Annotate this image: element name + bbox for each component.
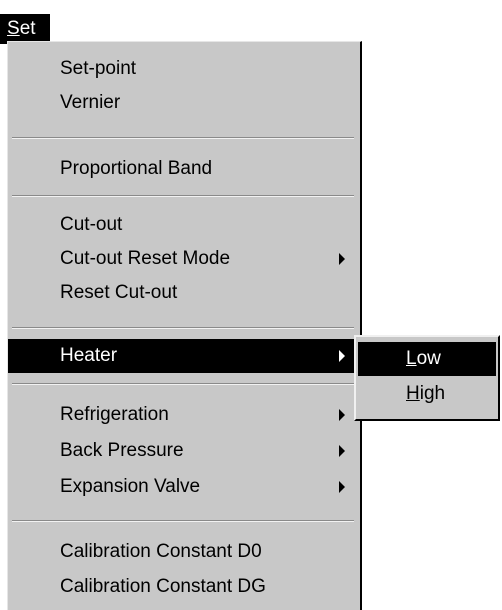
chevron-right-icon: [339, 409, 345, 421]
menu-item-refrigeration[interactable]: Refrigeration: [8, 398, 358, 432]
submenu-item-high[interactable]: High: [358, 377, 496, 411]
menu-item-back-pressure[interactable]: Back Pressure: [8, 434, 358, 468]
menu-item-calibration-constant-d0[interactable]: Calibration Constant D0: [8, 535, 358, 569]
menu-item-cut-out-reset-mode[interactable]: Cut-out Reset Mode: [8, 242, 358, 276]
menu-item-label: Set-point: [60, 58, 137, 79]
menu-item-vernier[interactable]: Vernier: [8, 86, 358, 120]
submenu-item-mnemonic: H: [406, 383, 420, 404]
chevron-right-icon: [339, 253, 345, 265]
submenu-item-low[interactable]: Low: [358, 342, 496, 376]
menu-item-label: Heater: [60, 345, 118, 366]
menu-set-mnemonic: S: [7, 18, 20, 39]
menu-set-label: et: [19, 18, 36, 39]
menu-separator: [12, 383, 354, 385]
menu-item-set-point[interactable]: Set-point: [8, 52, 358, 86]
menu-separator: [12, 327, 354, 329]
menu-item-label: Back Pressure: [60, 440, 184, 461]
menu-item-proportional-band[interactable]: Proportional Band: [8, 152, 358, 186]
menu-item-label: Calibration Constant D0: [60, 541, 262, 562]
menu-item-label: Calibration Constant DG: [60, 576, 266, 597]
menu-item-cut-out[interactable]: Cut-out: [8, 208, 358, 242]
menu-separator: [12, 195, 354, 197]
menu-item-label: Expansion Valve: [60, 476, 201, 497]
chevron-right-icon: [339, 481, 345, 493]
menu-separator: [12, 520, 354, 522]
menu-item-label: Proportional Band: [60, 158, 213, 179]
chevron-right-icon: [339, 350, 345, 362]
menu-item-reset-cut-out[interactable]: Reset Cut-out: [8, 276, 358, 310]
menu-item-label: Cut-out Reset Mode: [60, 248, 231, 269]
submenu-item-label: ow: [416, 348, 441, 369]
menu-item-expansion-valve[interactable]: Expansion Valve: [8, 470, 358, 504]
menu-set[interactable]: Set: [0, 14, 50, 44]
menu-item-label: Reset Cut-out: [60, 282, 178, 303]
menu-separator: [12, 137, 354, 139]
menu-item-heater[interactable]: Heater: [8, 339, 358, 373]
menu-item-calibration-constant-dg[interactable]: Calibration Constant DG: [8, 570, 358, 604]
submenu-item-label: igh: [419, 383, 446, 404]
set-dropdown-menu: Set-point Vernier Proportional Band Cut-…: [7, 41, 362, 610]
menu-item-label: Cut-out: [60, 214, 123, 235]
chevron-right-icon: [339, 445, 345, 457]
submenu-item-mnemonic: L: [406, 348, 417, 369]
menu-item-label: Vernier: [60, 92, 121, 113]
heater-submenu: Low High: [354, 335, 500, 421]
menu-item-label: Refrigeration: [60, 404, 169, 425]
